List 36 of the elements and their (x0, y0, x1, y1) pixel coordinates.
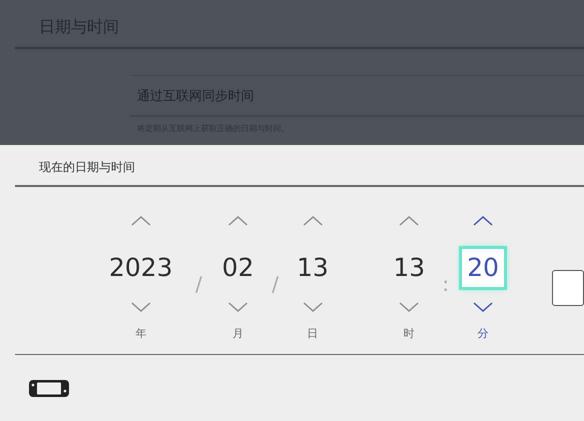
chevron-up-icon (228, 216, 248, 226)
chevron-up-icon (302, 216, 323, 226)
separator: : (441, 270, 450, 298)
chevron-up-icon (399, 216, 420, 226)
chevron-down-icon (302, 302, 323, 312)
field-label: 日 (307, 326, 318, 340)
decrement-button[interactable] (472, 300, 494, 314)
spinner-value[interactable]: 13 (288, 246, 337, 290)
chevron-down-icon (399, 302, 420, 312)
increment-button[interactable] (130, 214, 152, 228)
handheld-console-icon (28, 378, 70, 398)
decrement-button[interactable] (302, 300, 324, 314)
decrement-button[interactable] (398, 300, 420, 314)
chevron-down-icon (130, 302, 151, 312)
chevron-down-icon (473, 302, 493, 312)
chevron-down-icon (228, 302, 248, 312)
field-label: 月 (232, 326, 244, 340)
spinner-value[interactable]: 2023 (101, 246, 181, 290)
cut-off-button[interactable] (552, 270, 584, 306)
increment-button[interactable] (302, 214, 324, 228)
field-label: 分 (478, 326, 488, 340)
field-label: 时 (404, 326, 415, 340)
increment-button[interactable] (226, 214, 249, 228)
chevron-up-icon (130, 216, 151, 226)
field-label: 年 (135, 326, 146, 340)
decrement-button[interactable] (130, 300, 152, 314)
dialog-title: 现在的日期与时间 (39, 159, 136, 175)
increment-button[interactable] (398, 214, 420, 228)
spinner-value[interactable]: 13 (385, 246, 434, 290)
spinner-value[interactable]: 20 (459, 246, 507, 290)
decrement-button[interactable] (226, 300, 249, 314)
spinner-value[interactable]: 02 (214, 246, 262, 290)
separator: / (270, 270, 280, 298)
increment-button[interactable] (472, 214, 494, 228)
chevron-up-icon (473, 216, 493, 226)
separator: / (194, 270, 204, 298)
